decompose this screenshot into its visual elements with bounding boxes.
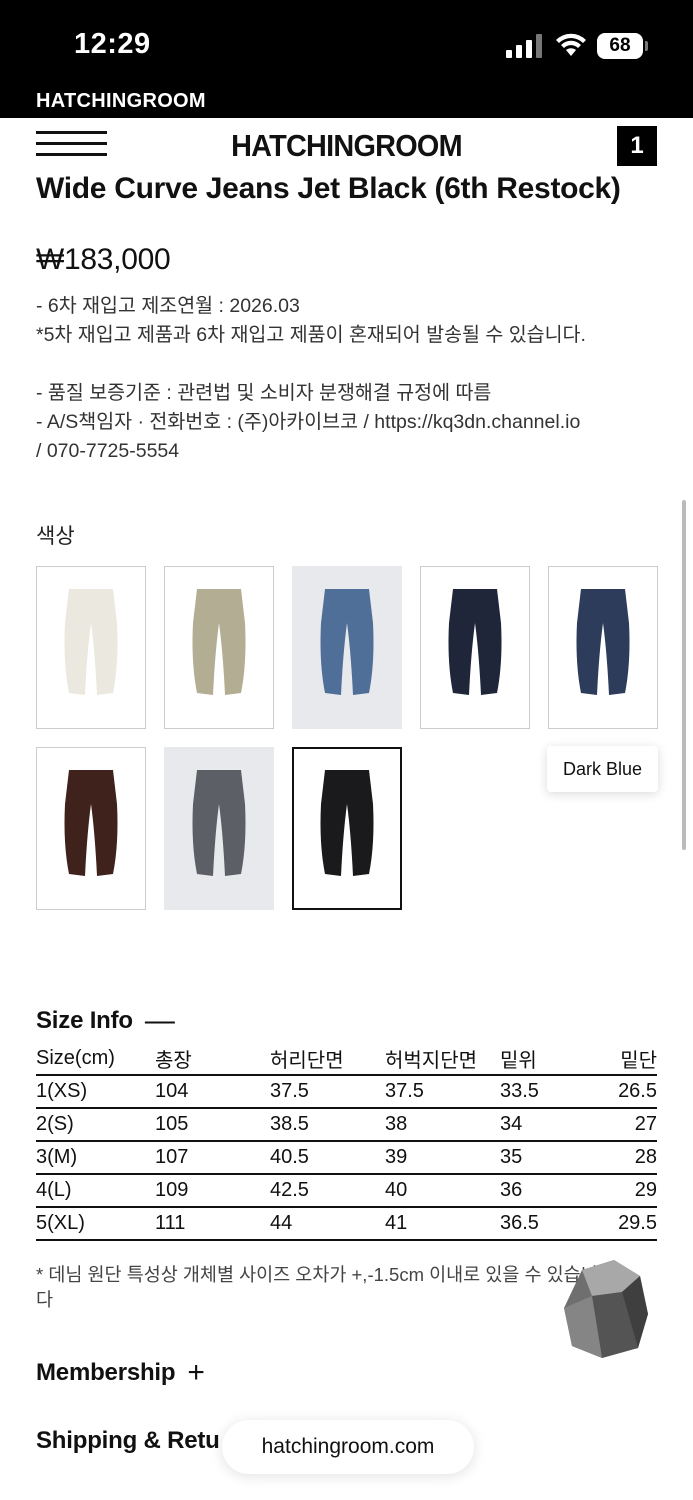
color-swatch-jet-black[interactable] (292, 747, 402, 910)
column-header: 허벅지단면 (385, 1042, 500, 1076)
site-tag: HATCHINGROOM (36, 90, 206, 112)
table-row: 3(M) 107 40.5 39 35 28 (36, 1141, 657, 1175)
table-cell: 35 (500, 1141, 615, 1175)
description-line: - A/S책임자 · 전화번호 : (주)아카이브코 / https://kq3… (36, 411, 581, 433)
product-description: - 6차 재입고 제조연월 : 2026.03 *5차 재입고 제품과 6차 재… (36, 292, 666, 466)
table-cell: 2(S) (36, 1108, 155, 1142)
jeans-icon (192, 769, 246, 876)
product-price: ₩183,000 (36, 243, 171, 276)
expand-icon[interactable]: + (187, 1356, 205, 1389)
product-title: Wide Curve Jeans Jet Black (6th Restock) (36, 172, 621, 205)
brand-logo[interactable]: HATCHINGROOM (24, 128, 668, 164)
color-swatch-dark-blue[interactable] (548, 566, 658, 729)
shipping-label: Shipping & Retu (36, 1427, 220, 1454)
jeans-icon (64, 769, 118, 876)
table-cell: 40 (385, 1174, 500, 1208)
clock: 12:29 (74, 28, 151, 60)
table-cell: 109 (155, 1174, 270, 1208)
battery-icon: 68 (597, 33, 643, 59)
jeans-icon (320, 588, 374, 695)
shipping-heading[interactable]: Shipping & Retu (36, 1427, 220, 1455)
table-cell: 37.5 (270, 1075, 385, 1109)
table-cell: 36.5 (500, 1207, 615, 1241)
jeans-icon (576, 588, 630, 695)
table-row: 5(XL) 111 44 41 36.5 29.5 (36, 1207, 657, 1241)
table-row: 4(L) 109 42.5 40 36 29 (36, 1174, 657, 1208)
table-cell: 26.5 (615, 1075, 657, 1109)
column-header: 허리단면 (270, 1042, 385, 1076)
jeans-icon (192, 588, 246, 695)
table-cell: 27 (615, 1108, 657, 1142)
table-cell: 44 (270, 1207, 385, 1241)
table-header-row: Size(cm) 총장 허리단면 허벅지단면 밑위 밑단 (36, 1042, 657, 1076)
table-cell: 36 (500, 1174, 615, 1208)
color-swatch-khaki[interactable] (164, 566, 274, 729)
table-cell: 39 (385, 1141, 500, 1175)
table-cell: 41 (385, 1207, 500, 1241)
jeans-icon (448, 588, 502, 695)
color-swatch-ivory[interactable] (36, 566, 146, 729)
battery-tip (645, 41, 648, 51)
table-cell: 104 (155, 1075, 270, 1109)
column-header: 밑단 (615, 1042, 657, 1076)
size-note: * 데님 원단 특성상 개체별 사이즈 오차가 +,-1.5cm 이내로 있을 … (36, 1264, 598, 1310)
table-cell: 33.5 (500, 1075, 615, 1109)
table-cell: 40.5 (270, 1141, 385, 1175)
table-cell: 3(M) (36, 1141, 155, 1175)
table-cell: 29.5 (615, 1207, 657, 1241)
description-line: - 6차 재입고 제조연월 : 2026.03 (36, 295, 300, 317)
color-swatch-indigo[interactable] (420, 566, 530, 729)
tooltip-arrow (595, 738, 611, 746)
table-cell: 42.5 (270, 1174, 385, 1208)
table-cell: 107 (155, 1141, 270, 1175)
color-swatch-light-wash[interactable] (292, 566, 402, 729)
jeans-icon (320, 769, 374, 876)
description-line: / 070-7725-5554 (36, 440, 180, 462)
cellular-signal-icon (506, 34, 542, 58)
description-line: *5차 재입고 제품과 6차 재입고 제품이 혼재되어 발송될 수 있습니다. (36, 324, 586, 346)
membership-heading[interactable]: Membership + (36, 1356, 205, 1390)
jeans-icon (64, 588, 118, 695)
table-row: 2(S) 105 38.5 38 34 27 (36, 1108, 657, 1142)
table-cell: 28 (615, 1141, 657, 1175)
table-cell: 38 (385, 1108, 500, 1142)
table-cell: 34 (500, 1108, 615, 1142)
color-tooltip: Dark Blue (547, 746, 658, 792)
size-table: Size(cm) 총장 허리단면 허벅지단면 밑위 밑단 1(XS) 104 3… (36, 1042, 657, 1241)
wifi-icon (556, 33, 586, 56)
table-cell: 111 (155, 1207, 270, 1241)
membership-label: Membership (36, 1359, 176, 1386)
description-line (36, 350, 666, 379)
status-bar: 12:29 68 HATCHINGROOM (0, 0, 693, 118)
color-label: 색상 (36, 525, 75, 548)
column-header: 밑위 (500, 1042, 615, 1076)
table-cell: 29 (615, 1174, 657, 1208)
size-info-heading[interactable]: Size Info — (36, 1004, 175, 1038)
collapse-icon[interactable]: — (145, 1004, 175, 1037)
description-line: - 품질 보증기준 : 관련법 및 소비자 분쟁해결 규정에 따름 (36, 382, 492, 404)
url-bar[interactable]: hatchingroom.com (222, 1420, 474, 1474)
table-cell: 5(XL) (36, 1207, 155, 1241)
table-cell: 37.5 (385, 1075, 500, 1109)
column-header: Size(cm) (36, 1042, 155, 1076)
table-cell: 4(L) (36, 1174, 155, 1208)
table-cell: 1(XS) (36, 1075, 155, 1109)
table-row: 1(XS) 104 37.5 37.5 33.5 26.5 (36, 1075, 657, 1109)
scrollbar[interactable] (682, 500, 686, 850)
table-cell: 105 (155, 1108, 270, 1142)
table-cell: 38.5 (270, 1108, 385, 1142)
color-swatch-brown[interactable] (36, 747, 146, 910)
cart-button[interactable]: 1 (617, 126, 657, 166)
color-swatch-gray-wash[interactable] (164, 747, 274, 910)
column-header: 총장 (155, 1042, 270, 1076)
rock-sticker-icon[interactable] (562, 1256, 650, 1360)
size-info-label: Size Info (36, 1007, 133, 1034)
